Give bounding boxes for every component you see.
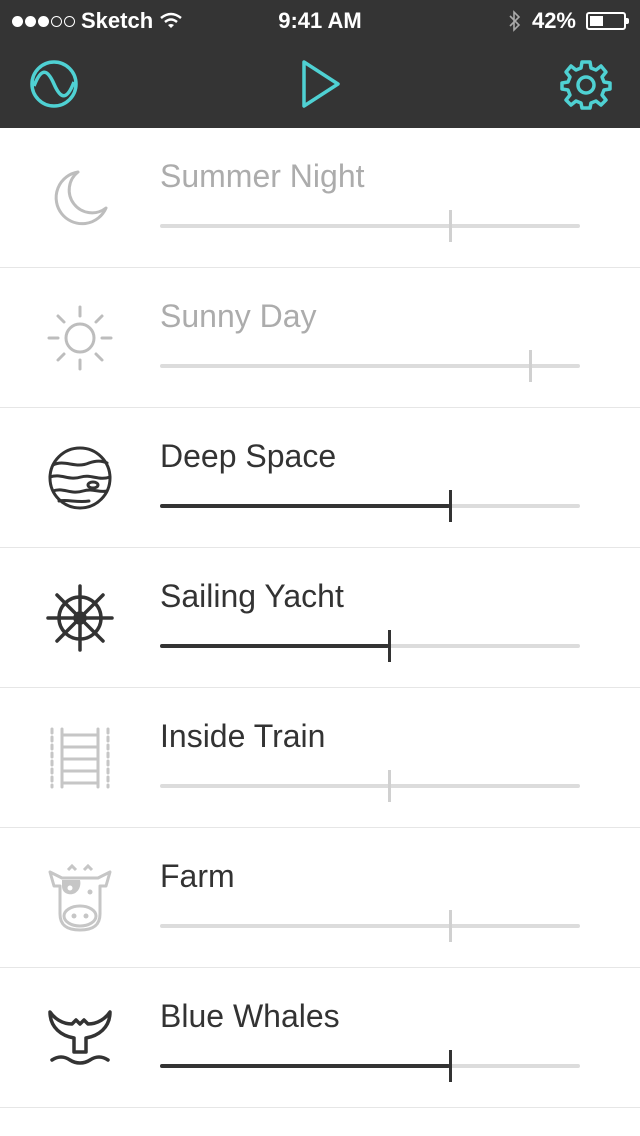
slider-thumb[interactable] — [387, 630, 391, 662]
settings-button[interactable] — [558, 56, 614, 112]
planet-icon — [40, 446, 120, 510]
moon-icon — [40, 166, 120, 230]
slider-fill — [160, 504, 450, 508]
sound-list: Summer Night Sunny Day Deep Space Sailin… — [0, 128, 640, 1108]
slider-thumb[interactable] — [448, 490, 452, 522]
slider-track — [160, 924, 580, 928]
bluetooth-icon — [509, 10, 521, 32]
volume-slider[interactable] — [160, 910, 580, 942]
sun-icon — [40, 305, 120, 371]
battery-icon — [586, 12, 629, 30]
volume-slider[interactable] — [160, 770, 580, 802]
sound-row-summer-night[interactable]: Summer Night — [0, 128, 640, 268]
status-bar: Sketch 9:41 AM 42% — [0, 0, 640, 40]
sound-title: Farm — [160, 858, 235, 894]
play-button[interactable] — [292, 56, 348, 112]
sound-row-sailing-yacht[interactable]: Sailing Yacht — [0, 548, 640, 688]
volume-slider[interactable] — [160, 1050, 580, 1082]
slider-thumb[interactable] — [528, 350, 532, 382]
slider-thumb[interactable] — [387, 770, 391, 802]
whale-tail-icon — [40, 1006, 120, 1070]
volume-slider[interactable] — [160, 630, 580, 662]
status-right: 42% — [508, 8, 629, 34]
slider-track — [160, 224, 580, 228]
sound-title: Summer Night — [160, 158, 365, 194]
volume-slider[interactable] — [160, 490, 580, 522]
battery-percent: 42% — [531, 8, 576, 33]
play-icon — [302, 60, 340, 108]
sound-title: Blue Whales — [160, 998, 340, 1034]
sound-row-sunny-day[interactable]: Sunny Day — [0, 268, 640, 408]
gear-icon — [560, 60, 612, 110]
wave-button[interactable] — [26, 56, 82, 112]
volume-slider[interactable] — [160, 350, 580, 382]
slider-fill — [160, 1064, 450, 1068]
slider-thumb[interactable] — [448, 1050, 452, 1082]
sound-title: Inside Train — [160, 718, 326, 754]
train-tracks-icon — [40, 726, 120, 790]
slider-track — [160, 784, 580, 788]
volume-slider[interactable] — [160, 210, 580, 242]
slider-fill — [160, 644, 389, 648]
sound-row-inside-train[interactable]: Inside Train — [0, 688, 640, 828]
wave-icon — [30, 60, 78, 108]
toolbar — [0, 40, 640, 128]
sound-row-deep-space[interactable]: Deep Space — [0, 408, 640, 548]
sound-title: Sailing Yacht — [160, 578, 344, 614]
ship-wheel-icon — [40, 584, 120, 652]
top-bar: Sketch 9:41 AM 42% — [0, 0, 640, 128]
sound-title: Sunny Day — [160, 298, 317, 334]
sound-title: Deep Space — [160, 438, 337, 474]
slider-thumb[interactable] — [448, 910, 452, 942]
cow-icon — [40, 864, 120, 932]
sound-row-farm[interactable]: Farm — [0, 828, 640, 968]
slider-thumb[interactable] — [448, 210, 452, 242]
sound-row-blue-whales[interactable]: Blue Whales — [0, 968, 640, 1108]
slider-track — [160, 364, 580, 368]
